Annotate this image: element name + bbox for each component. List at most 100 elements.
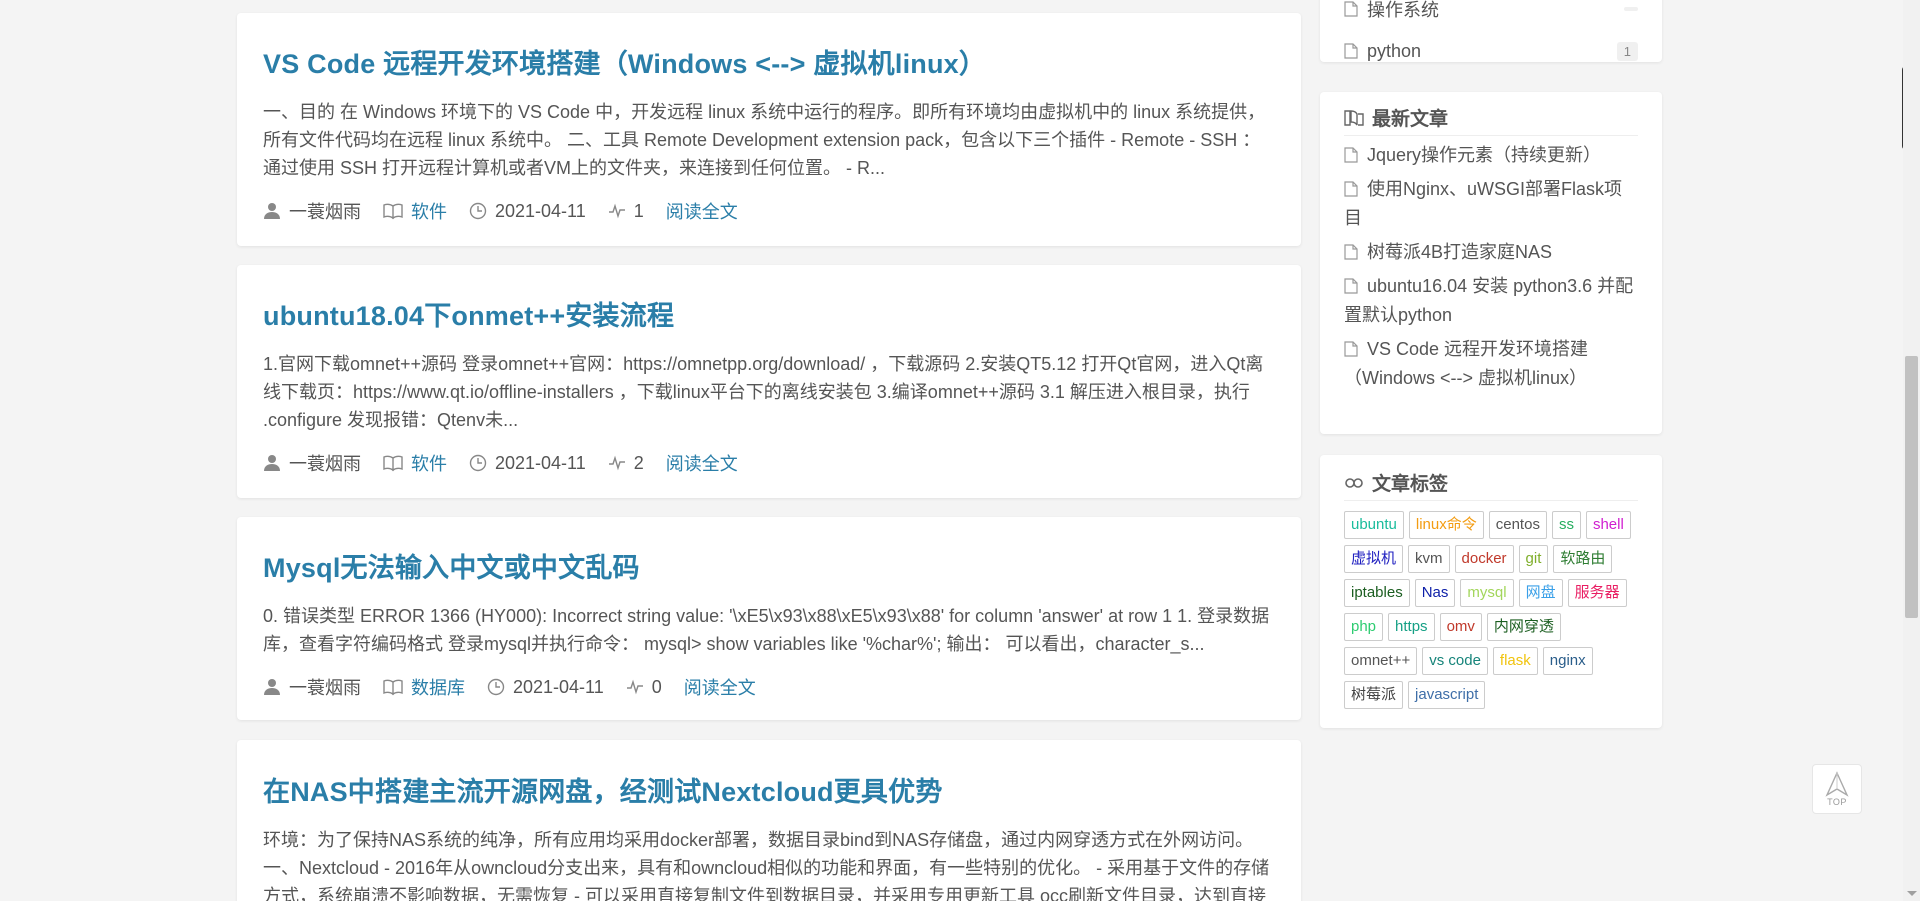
category-label: 操作系统 bbox=[1367, 0, 1439, 20]
tag-link[interactable]: vs code bbox=[1422, 647, 1488, 675]
views: 1 bbox=[608, 201, 644, 222]
tag-link[interactable]: php bbox=[1344, 613, 1384, 641]
user-icon bbox=[264, 203, 280, 219]
user-icon bbox=[264, 455, 280, 471]
recent-posts-widget: 最新文章 Jquery操作元素（持续更新） 使用Nginx、uWSGI部署Fla… bbox=[1320, 92, 1662, 434]
views: 0 bbox=[626, 677, 662, 698]
tag-link[interactable]: mysql bbox=[1460, 579, 1514, 607]
recent-post-link[interactable]: VS Code 远程开发环境搭建（Windows <--> 虚拟机linux） bbox=[1344, 335, 1638, 393]
tag-link[interactable]: iptables bbox=[1344, 579, 1410, 607]
tag-link[interactable]: https bbox=[1388, 613, 1435, 641]
link-icon bbox=[1345, 477, 1363, 488]
views: 2 bbox=[608, 453, 644, 474]
category-link[interactable]: 数据库 bbox=[411, 674, 465, 700]
file-icon bbox=[1344, 244, 1358, 260]
recent-post-link[interactable]: 使用Nginx、uWSGI部署Flask项目 bbox=[1344, 175, 1638, 233]
article-card: 在NAS中搭建主流开源网盘，经测试Nextcloud更具优势 环境：为了保持NA… bbox=[237, 740, 1301, 901]
tag-link[interactable]: shell bbox=[1585, 511, 1631, 539]
tag-link[interactable]: nginx bbox=[1542, 647, 1593, 675]
tag-link[interactable]: Nas bbox=[1414, 579, 1456, 607]
recent-post-link[interactable]: Jquery操作元素（持续更新） bbox=[1344, 141, 1638, 170]
view-count: 2 bbox=[633, 452, 644, 473]
tag-link[interactable]: git bbox=[1518, 545, 1549, 573]
pulse-icon bbox=[626, 679, 643, 695]
tag-link[interactable]: javascript bbox=[1408, 681, 1486, 709]
category-link[interactable]: 软件 bbox=[411, 198, 447, 224]
tag-link[interactable]: flask bbox=[1492, 647, 1538, 675]
clock-icon bbox=[487, 678, 505, 696]
article-card: ubuntu18.04下onmet++安装流程 1.官网下载omnet++源码 … bbox=[237, 265, 1301, 498]
file-icon bbox=[1344, 278, 1358, 294]
scroll-down-arrow-icon[interactable] bbox=[1907, 891, 1917, 896]
article-meta: 一蓑烟雨 软件 2021-04-11 1 阅读全文 bbox=[263, 197, 1275, 225]
category-item[interactable]: 操作系统 bbox=[1344, 0, 1638, 24]
date: 2021-04-11 bbox=[469, 453, 586, 474]
read-more-link[interactable]: 阅读全文 bbox=[684, 674, 756, 700]
clock-icon bbox=[469, 202, 487, 220]
read-more-link[interactable]: 阅读全文 bbox=[666, 198, 738, 224]
file-icon bbox=[1344, 1, 1358, 17]
scrollbar-thumb[interactable] bbox=[1905, 356, 1918, 618]
tag-link[interactable]: omv bbox=[1439, 613, 1482, 641]
post-date: 2021-04-11 bbox=[495, 200, 586, 221]
tag-link[interactable]: 树莓派 bbox=[1344, 681, 1404, 709]
book-icon bbox=[383, 455, 403, 472]
article-title[interactable]: ubuntu18.04下onmet++安装流程 bbox=[263, 294, 1275, 333]
article-title[interactable]: 在NAS中搭建主流开源网盘，经测试Nextcloud更具优势 bbox=[263, 770, 1275, 809]
recent-posts-title: 最新文章 bbox=[1344, 104, 1638, 136]
clock-icon bbox=[469, 454, 487, 472]
book-open-icon bbox=[1344, 109, 1364, 126]
tag-link[interactable]: ubuntu bbox=[1344, 511, 1404, 539]
tag-link[interactable]: 虚拟机 bbox=[1344, 545, 1404, 573]
tag-link[interactable]: ss bbox=[1551, 511, 1581, 539]
post-date: 2021-04-11 bbox=[495, 452, 586, 473]
category-item[interactable]: python 1 bbox=[1344, 36, 1638, 66]
tag-link[interactable]: 软路由 bbox=[1553, 545, 1613, 573]
article-excerpt: 一、目的 在 Windows 环境下的 VS Code 中，开发远程 linux… bbox=[263, 102, 1266, 178]
article-meta: 一蓑烟雨 软件 2021-04-11 2 阅读全文 bbox=[263, 449, 1275, 477]
view-count: 0 bbox=[651, 676, 662, 697]
count-badge bbox=[1624, 7, 1638, 11]
author: 一蓑烟雨 bbox=[263, 450, 361, 476]
category-widget: 操作系统 python 1 bbox=[1320, 0, 1662, 62]
article-excerpt: 环境：为了保持NAS系统的纯净，所有应用均采用docker部署，数据目录bind… bbox=[263, 830, 1270, 901]
file-icon bbox=[1344, 181, 1358, 197]
tag-link[interactable]: 内网穿透 bbox=[1486, 613, 1561, 641]
page-scrollbar[interactable] bbox=[1903, 0, 1920, 901]
file-icon bbox=[1344, 43, 1358, 59]
tags-widget: 文章标签 ubuntu linux命令 centos ss shell 虚拟机 kvm doc… bbox=[1320, 455, 1662, 728]
article-card: Mysql无法输入中文或中文乱码 0. 错误类型 ERROR 1366 (HY0… bbox=[237, 517, 1301, 720]
book-icon bbox=[383, 679, 403, 696]
article-card: VS Code 远程开发环境搭建（Windows <--> 虚拟机linux） … bbox=[237, 13, 1301, 246]
recent-post-link[interactable]: ubuntu16.04 安装 python3.6 并配置默认python bbox=[1344, 272, 1638, 330]
pulse-icon bbox=[608, 455, 625, 471]
tag-cloud: ubuntu linux命令 centos ss shell 虚拟机 kvm docker gi… bbox=[1344, 511, 1644, 715]
file-icon bbox=[1344, 341, 1358, 357]
article-excerpt: 0. 错误类型 ERROR 1366 (HY000): Incorrect st… bbox=[263, 606, 1270, 654]
category: 软件 bbox=[383, 450, 447, 476]
recent-post-link[interactable]: 树莓派4B打造家庭NAS bbox=[1344, 238, 1638, 267]
category-label: python bbox=[1367, 40, 1422, 61]
tag-link[interactable]: 服务器 bbox=[1567, 579, 1627, 607]
rocket-icon bbox=[1825, 771, 1849, 797]
tag-link[interactable]: 网盘 bbox=[1518, 579, 1563, 607]
article-title[interactable]: Mysql无法输入中文或中文乱码 bbox=[263, 546, 1275, 585]
category-link[interactable]: 软件 bbox=[411, 450, 447, 476]
author-name: 一蓑烟雨 bbox=[289, 454, 361, 474]
pulse-icon bbox=[608, 203, 625, 219]
author: 一蓑烟雨 bbox=[263, 674, 361, 700]
tag-link[interactable]: docker bbox=[1454, 545, 1514, 573]
read-more-link[interactable]: 阅读全文 bbox=[666, 450, 738, 476]
back-to-top-label: TOP bbox=[1827, 797, 1847, 807]
author-name: 一蓑烟雨 bbox=[289, 678, 361, 698]
tag-link[interactable]: linux命令 bbox=[1408, 511, 1484, 539]
user-icon bbox=[264, 679, 280, 695]
tag-link[interactable]: kvm bbox=[1408, 545, 1450, 573]
article-title[interactable]: VS Code 远程开发环境搭建（Windows <--> 虚拟机linux） bbox=[263, 42, 1275, 81]
article-meta: 一蓑烟雨 数据库 2021-04-11 0 阅读全文 bbox=[263, 673, 1275, 701]
tag-link[interactable]: omnet++ bbox=[1344, 647, 1418, 675]
tag-link[interactable]: centos bbox=[1488, 511, 1547, 539]
category: 数据库 bbox=[383, 674, 465, 700]
back-to-top-button[interactable]: TOP bbox=[1812, 764, 1862, 814]
date: 2021-04-11 bbox=[469, 201, 586, 222]
